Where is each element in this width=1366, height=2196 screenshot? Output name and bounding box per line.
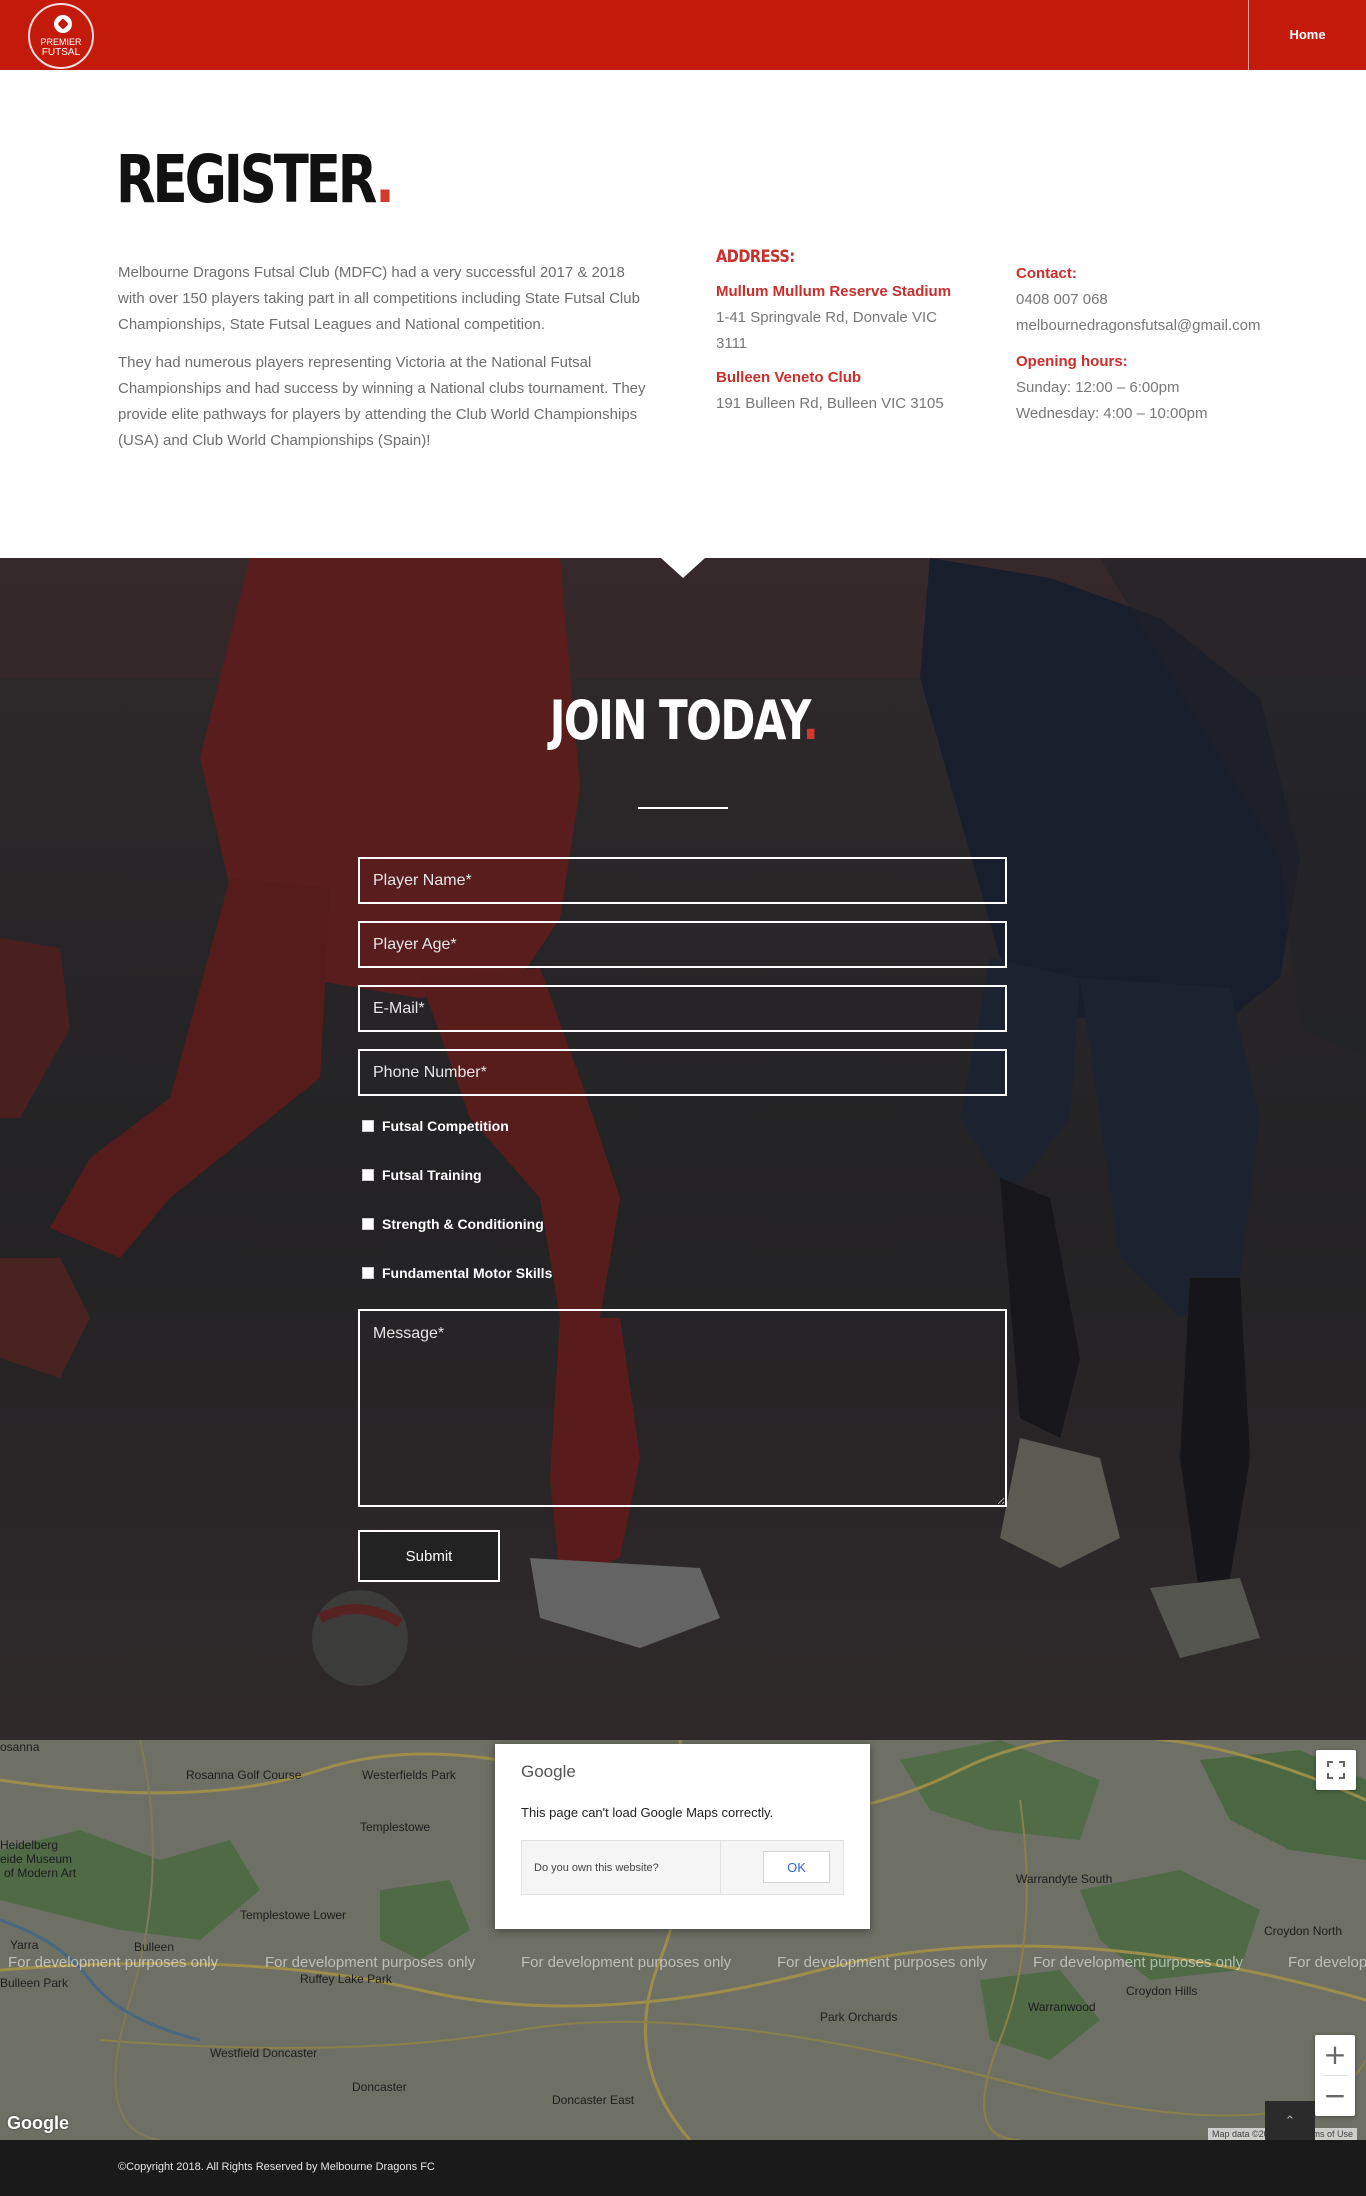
footer: ©Copyright 2018. All Rights Reserved by … (0, 2140, 1366, 2196)
google-brand: Google (521, 1762, 576, 1781)
checkbox-futsal-competition[interactable]: Futsal Competition (362, 1118, 509, 1134)
google-map-logo[interactable]: Google (7, 2113, 69, 2134)
checkbox[interactable] (362, 1169, 374, 1181)
join-title-text: JOIN TODAY (549, 689, 804, 752)
phone-number-input[interactable] (358, 1049, 1007, 1096)
maps-error-dialog: Google This page can't load Google Maps … (495, 1744, 870, 1929)
dialog-question: Do you own this website? (534, 1862, 659, 1874)
map-place-label: of Modern Art (4, 1866, 77, 1880)
soccer-ball-icon (54, 15, 72, 33)
dev-purposes-notice: For development purposes only (8, 1954, 219, 1971)
checkbox-label: Futsal Training (382, 1167, 482, 1183)
map-place-label: Rosanna Golf Course (186, 1768, 302, 1782)
map-place-label: Templestowe (360, 1820, 431, 1834)
premier-futsal-logo[interactable]: PREMIER FUTSAL (28, 3, 94, 69)
venue-name: Bulleen Veneto Club (716, 369, 862, 386)
player-age-input[interactable] (358, 921, 1007, 968)
scroll-to-top-icon[interactable]: ⌃ (1265, 2101, 1315, 2140)
section-notch-arrow (661, 558, 705, 578)
contact-label: Contact: (1016, 265, 1077, 282)
dialog-ok-button[interactable]: OK (763, 1851, 830, 1883)
dev-purposes-notice: For development purposes only (777, 1954, 988, 1971)
contact-email[interactable]: melbournedragonsfutsal@gmail.com (1016, 313, 1346, 339)
dialog-message: This page can't load Google Maps correct… (521, 1805, 774, 1820)
map-place-label: Warranwood (1028, 2000, 1096, 2014)
venue-name: Mullum Mullum Reserve Stadium (716, 283, 952, 300)
contact-phone[interactable]: 0408 007 068 (1016, 287, 1346, 313)
checkbox-futsal-training[interactable]: Futsal Training (362, 1167, 482, 1183)
fullscreen-icon[interactable] (1316, 1750, 1356, 1790)
opening-hours-wednesday: Wednesday: 4:00 – 10:00pm (1016, 405, 1208, 422)
top-navigation-bar: PREMIER FUTSAL Home (0, 0, 1366, 70)
venue-address: 1-41 Springvale Rd, Donvale VIC 3111 (716, 309, 937, 352)
map-place-label: Croydon North (1264, 1924, 1343, 1938)
map-place-label: Bulleen Park (0, 1976, 69, 1990)
address-heading: ADDRESS: (716, 247, 795, 267)
map-place-label: Ruffey Lake Park (300, 1972, 392, 1986)
email-input[interactable] (358, 985, 1007, 1032)
intro-text: Melbourne Dragons Futsal Club (MDFC) had… (118, 260, 648, 466)
checkbox[interactable] (362, 1218, 374, 1230)
checkbox-fundamental-motor-skills[interactable]: Fundamental Motor Skills (362, 1265, 552, 1281)
contact-column: Contact: 0408 007 068 melbournedragonsfu… (1016, 261, 1346, 427)
submit-button[interactable]: Submit (358, 1530, 500, 1582)
checkbox-label: Strength & Conditioning (382, 1216, 544, 1232)
map-place-label: Warrandyte South (1016, 1872, 1113, 1886)
map-place-label: Croydon Hills (1126, 1984, 1198, 1998)
message-textarea[interactable] (358, 1309, 1007, 1507)
checkbox-label: Fundamental Motor Skills (382, 1265, 553, 1281)
dialog-question-box: Do you own this website? OK (521, 1840, 844, 1895)
map-place-label: Yarra (10, 1938, 39, 1952)
zoom-in-icon[interactable]: + (1315, 2035, 1355, 2075)
expand-icon (1327, 1761, 1345, 1779)
opening-hours-sunday: Sunday: 12:00 – 6:00pm (1016, 379, 1180, 396)
map-place-label: Westfield Doncaster (210, 2046, 318, 2060)
register-title-dot: . (375, 141, 395, 218)
checkbox[interactable] (362, 1120, 374, 1132)
dev-purposes-notice: For development purposes only (265, 1954, 476, 1971)
intro-paragraph-1: Melbourne Dragons Futsal Club (MDFC) had… (118, 264, 640, 333)
map-place-label: Templestowe Lower (240, 1908, 347, 1922)
dev-purposes-notice: For development purposes only (1288, 1954, 1366, 1971)
map-place-label: Doncaster East (552, 2093, 635, 2107)
map-place-label: Park Orchards (820, 2010, 898, 2024)
zoom-out-icon[interactable]: − (1315, 2076, 1355, 2116)
map-place-label: Heidelberg (0, 1838, 59, 1852)
logo-text-line2: FUTSAL (41, 47, 81, 58)
checkbox[interactable] (362, 1267, 374, 1279)
venue-mullum: Mullum Mullum Reserve Stadium 1-41 Sprin… (716, 279, 966, 357)
map-place-label: Bulleen (134, 1940, 175, 1954)
register-title: REGISTER. (116, 138, 395, 222)
logo-text-line1: PREMIER (40, 37, 82, 47)
map-place-label: Doncaster (352, 2080, 407, 2094)
title-underline (638, 807, 728, 809)
venue-address: 191 Bulleen Rd, Bulleen VIC 3105 (716, 395, 944, 412)
dev-purposes-notice: For development purposes only (521, 1954, 732, 1971)
checkbox-label: Futsal Competition (382, 1118, 509, 1134)
nav-home-link[interactable]: Home (1249, 0, 1366, 70)
player-name-input[interactable] (358, 857, 1007, 904)
join-today-title: JOIN TODAY. (0, 688, 1366, 754)
register-title-text: REGISTER (116, 141, 378, 218)
map-place-label: osanna (0, 1740, 40, 1754)
checkbox-strength-conditioning[interactable]: Strength & Conditioning (362, 1216, 544, 1232)
venue-bulleen: Bulleen Veneto Club 191 Bulleen Rd, Bull… (716, 365, 966, 417)
dev-purposes-notice: For development purposes only (1033, 1954, 1244, 1971)
address-column: ADDRESS: Mullum Mullum Reserve Stadium 1… (716, 244, 966, 425)
zoom-control: + − (1315, 2035, 1355, 2116)
map-place-label: Westerfields Park (362, 1768, 456, 1782)
opening-hours-label: Opening hours: (1016, 353, 1128, 370)
intro-paragraph-2: They had numerous players representing V… (118, 354, 646, 449)
map-place-label: eide Museum (0, 1852, 73, 1866)
copyright-text: ©Copyright 2018. All Rights Reserved by … (118, 2161, 435, 2173)
dialog-separator (720, 1841, 721, 1894)
join-title-dot: . (802, 689, 818, 752)
